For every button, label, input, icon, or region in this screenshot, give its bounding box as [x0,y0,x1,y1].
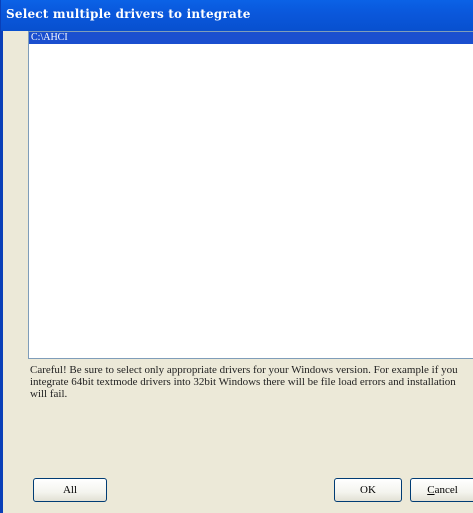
cancel-button[interactable]: Cancel [410,478,473,502]
window-title: Select multiple drivers to integrate [6,7,251,21]
cancel-label-rest: ancel [434,484,458,496]
driver-list-item[interactable]: C:\AHCI [29,32,473,44]
driver-listbox[interactable]: C:\AHCI [28,31,473,359]
driver-list-item-label: C:\AHCI [31,32,68,43]
ok-button[interactable]: OK [334,478,402,502]
driver-select-dialog: Select multiple drivers to integrate C:\… [0,0,473,513]
warning-text: Careful! Be sure to select only appropri… [30,364,458,400]
ok-label: OK [360,484,376,496]
select-all-label: All [62,484,78,496]
cancel-mnemonic: C [427,484,435,496]
select-all-button[interactable]: All [33,478,107,502]
title-bar[interactable]: Select multiple drivers to integrate [1,0,473,31]
window-border [1,31,3,513]
